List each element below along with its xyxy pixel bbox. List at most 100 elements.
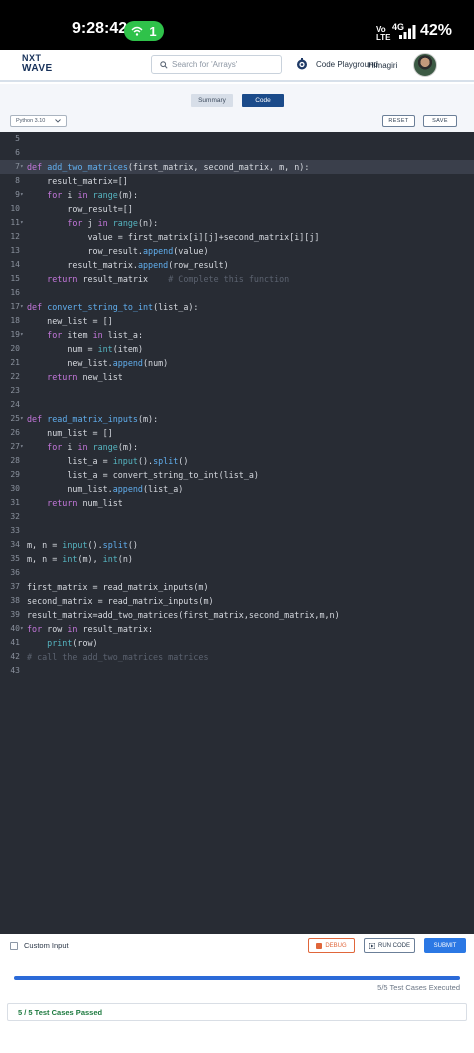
code-line[interactable]: 31 return num_list [0,496,474,510]
run-code-button[interactable]: RUN CODE [364,938,415,953]
code-line[interactable]: 37 first_matrix = read_matrix_inputs(m) [0,580,474,594]
username[interactable]: Himagiri [368,61,397,70]
tab-code[interactable]: Code [242,94,284,107]
code-line[interactable]: 41 print(row) [0,636,474,650]
app-header: NXT WAVE Code Playground Himagiri [0,50,474,82]
line-number: 28 [10,456,20,465]
search-input[interactable] [172,60,272,69]
avatar[interactable] [413,53,437,77]
code-text: new_list.append(num) [27,358,169,368]
code-line[interactable]: 26 num_list = [] [0,426,474,440]
code-line[interactable]: 39 result_matrix=add_two_matrices(first_m… [0,608,474,622]
line-number: 27 [10,442,20,451]
code-line[interactable]: 27 ▾ for i in range(m): [0,440,474,454]
fold-toggle-icon[interactable]: ▾ [20,622,26,636]
code-text: list_a = input().split() [27,456,189,466]
logo-line-2: WAVE [22,63,53,74]
code-line[interactable]: 12 value = first_matrix[i][j]+second_mat… [0,230,474,244]
fold-toggle-icon[interactable]: ▾ [20,188,26,202]
code-line[interactable]: 38 second_matrix = read_matrix_inputs(m) [0,594,474,608]
code-line[interactable]: 14 result_matrix.append(row_result) [0,258,474,272]
code-line[interactable]: 9 ▾ for i in range(m): [0,188,474,202]
code-text: m, n = int(m), int(n) [27,554,133,564]
language-select[interactable]: Python 3.10 [10,115,67,127]
code-text: return result_matrix # Complete this fun… [47,274,290,284]
custom-input-toggle[interactable]: Custom Input [10,941,69,950]
tab-summary[interactable]: Summary [191,94,233,107]
code-line[interactable]: 29 list_a = convert_string_to_int(list_a… [0,468,474,482]
code-line[interactable]: 20 num = int(item) [0,342,474,356]
line-number: 5 [15,134,20,143]
line-number: 17 [10,302,20,311]
code-line[interactable]: 7 ▾ def add_two_matrices(first_matrix, sec… [0,160,474,174]
code-line[interactable]: 35 m, n = int(m), int(n) [0,552,474,566]
code-text: for i in range(m): [47,442,138,452]
fold-toggle-icon[interactable]: ▾ [20,440,26,454]
code-playground-link[interactable]: Code Playground [296,58,378,70]
code-line[interactable]: 28 list_a = input().split() [0,454,474,468]
nxtwave-logo[interactable]: NXT WAVE [22,53,62,77]
debug-button[interactable]: DEBUG [308,938,355,953]
code-text: for i in range(m): [47,190,138,200]
line-number: 38 [10,596,20,605]
code-line[interactable]: 21 new_list.append(num) [0,356,474,370]
submit-button[interactable]: SUBMIT [424,938,466,953]
signal-icon [399,25,416,39]
code-text: m, n = input().split() [27,540,138,550]
code-line[interactable]: 8 result_matrix=[] [0,174,474,188]
fold-toggle-icon[interactable]: ▾ [20,216,26,230]
line-number: 37 [10,582,20,591]
code-line[interactable]: 36 [0,566,474,580]
test-result-text: 5 / 5 Test Cases Passed [18,1007,103,1017]
code-line[interactable]: 43 [0,664,474,678]
code-text: num = int(item) [27,344,143,354]
code-line[interactable]: 33 [0,524,474,538]
play-icon [368,942,375,949]
code-line[interactable]: 42 # call the add_two_matrices matrices [0,650,474,664]
code-line[interactable]: 34 m, n = input().split() [0,538,474,552]
code-text: for item in list_a: [47,330,144,340]
line-number: 9 [15,190,20,199]
code-editor[interactable]: 5 6 7 ▾ def add_two_matrices(first_matrix, s… [0,132,474,934]
code-line[interactable]: 16 [0,286,474,300]
search-icon [160,60,168,69]
search-box[interactable] [151,55,282,74]
hotspot-indicator[interactable]: 1 [124,21,164,41]
code-text: row_result.append(value) [27,246,209,256]
fold-toggle-icon[interactable]: ▾ [20,300,26,314]
code-line[interactable]: 40 ▾ for row in result_matrix: [0,622,474,636]
run-panel: Custom Input DEBUG RUN CODE SUBMIT 5/5 T… [0,934,474,1053]
code-line[interactable]: 25 ▾ def read_matrix_inputs(m): [0,412,474,426]
hotspot-count: 1 [149,23,157,39]
code-line[interactable]: 22 return new_list [0,370,474,384]
code-line[interactable]: 6 [0,146,474,160]
code-line[interactable]: 24 [0,398,474,412]
playground-icon [297,58,307,70]
code-line[interactable]: 23 [0,384,474,398]
code-line[interactable]: 18 new_list = [] [0,314,474,328]
reset-button[interactable]: RESET [382,115,415,127]
fold-toggle-icon[interactable]: ▾ [20,160,26,174]
code-line[interactable]: 13 row_result.append(value) [0,244,474,258]
custom-input-checkbox[interactable] [10,941,18,950]
code-line[interactable]: 10 row_result=[] [0,202,474,216]
code-text: def read_matrix_inputs(m): [27,414,159,424]
language-value: Python 3.10 [16,118,46,124]
code-text: new_list = [] [27,316,113,326]
editor-toolbar: Summary Code Python 3.10 RESET SAVE [0,84,474,132]
wifi-icon [131,26,143,36]
save-button[interactable]: SAVE [423,115,457,127]
code-line[interactable]: 5 [0,132,474,146]
code-line[interactable]: 15 return result_matrix # Complete this … [0,272,474,286]
fold-toggle-icon[interactable]: ▾ [20,412,26,426]
code-line[interactable]: 19 ▾ for item in list_a: [0,328,474,342]
code-line[interactable]: 17 ▾ def convert_string_to_int(list_a): [0,300,474,314]
fold-toggle-icon[interactable]: ▾ [20,328,26,342]
line-number: 15 [10,274,20,283]
code-text: return new_list [47,372,123,382]
code-line[interactable]: 11 ▾ for j in range(n): [0,216,474,230]
code-text: for row in result_matrix: [27,624,154,634]
line-number: 25 [10,414,20,423]
code-line[interactable]: 30 num_list.append(list_a) [0,482,474,496]
code-line[interactable]: 32 [0,510,474,524]
